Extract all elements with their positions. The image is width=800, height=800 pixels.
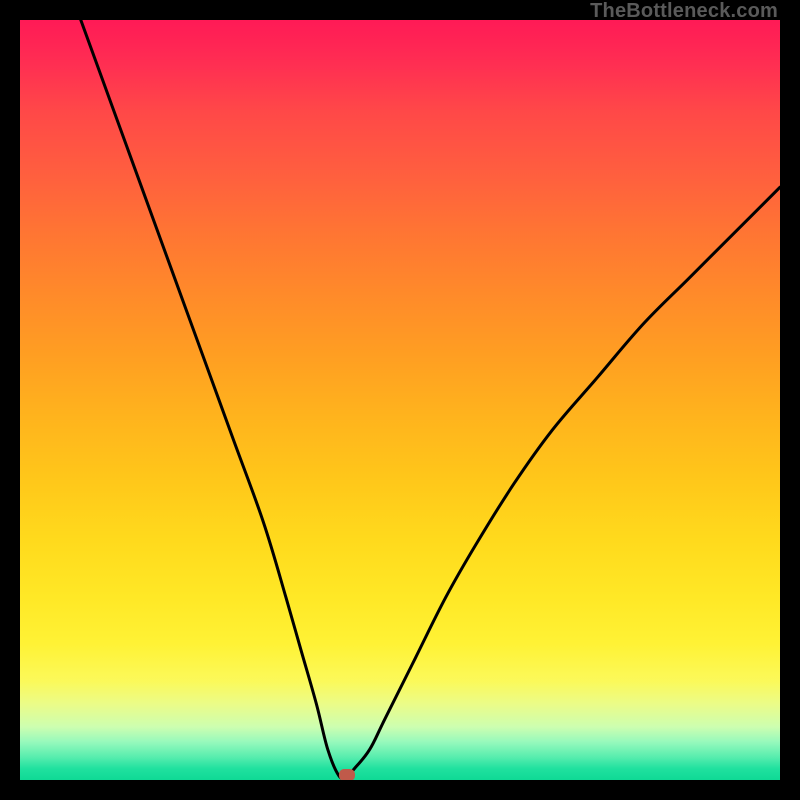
frame-border bbox=[0, 780, 800, 800]
plot-area bbox=[20, 20, 780, 780]
frame-border bbox=[0, 0, 20, 800]
watermark-text: TheBottleneck.com bbox=[590, 0, 778, 23]
bottleneck-curve bbox=[81, 20, 780, 779]
frame-border bbox=[780, 0, 800, 800]
chart-frame: TheBottleneck.com bbox=[0, 0, 800, 800]
curve-svg bbox=[20, 20, 780, 780]
optimum-marker bbox=[339, 769, 355, 780]
